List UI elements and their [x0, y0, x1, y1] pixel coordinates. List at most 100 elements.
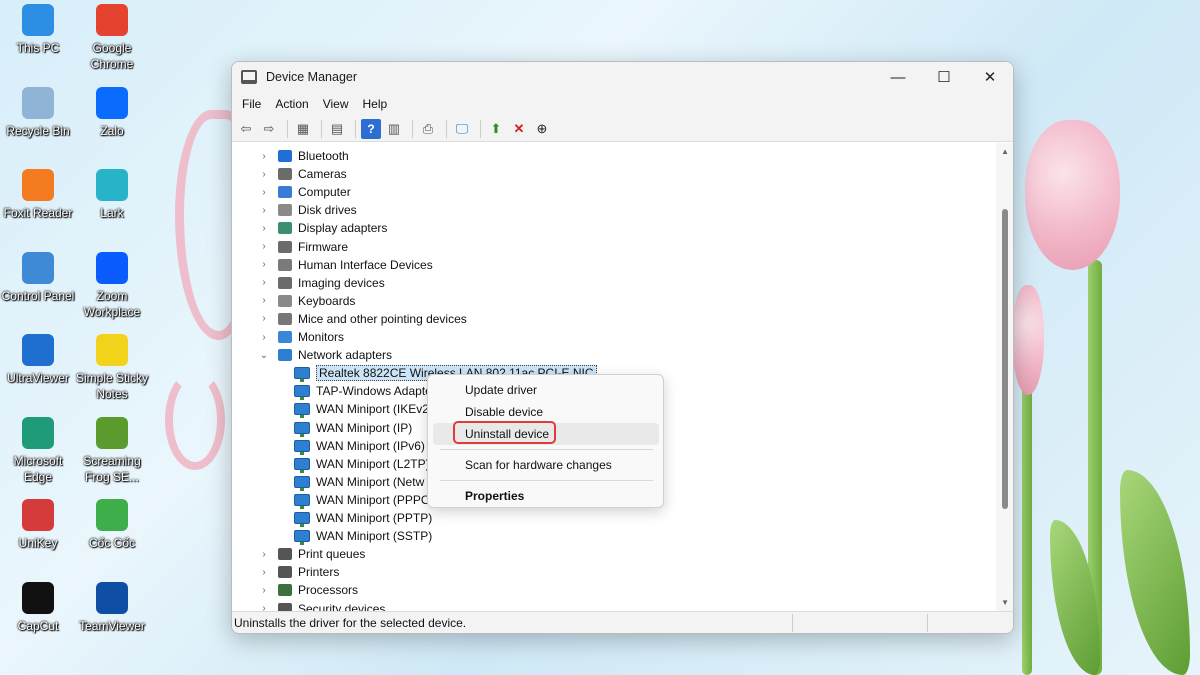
tree-category[interactable]: › Human Interface Devices	[258, 256, 432, 274]
desktop-shortcut[interactable]: Control Panel	[0, 251, 78, 304]
toolbar-divider	[287, 119, 288, 138]
chevron-right-icon[interactable]: ›	[258, 205, 270, 216]
desktop-shortcut-label: Control Panel	[1, 288, 75, 303]
foxit-icon	[22, 169, 54, 201]
chevron-right-icon[interactable]: ›	[258, 169, 270, 180]
network-adapter-item[interactable]: WAN Miniport (PPPOE	[294, 491, 438, 509]
close-button[interactable]: ✕	[967, 62, 1013, 92]
desktop-shortcut[interactable]: Microsoft Edge	[0, 416, 78, 485]
network-adapter-item[interactable]: WAN Miniport (PPTP)	[294, 509, 432, 527]
maximize-button[interactable]: ☐	[921, 62, 967, 92]
forward-icon[interactable]: ⇨	[259, 119, 279, 139]
desktop-shortcut[interactable]: Zalo	[72, 86, 152, 139]
scroll-thumb[interactable]	[1002, 209, 1008, 509]
tree-category[interactable]: ⌄ Network adapters	[258, 346, 392, 364]
view-icon[interactable]: ▥	[384, 119, 404, 139]
properties-item[interactable]: Properties	[433, 485, 659, 507]
scroll-down-icon[interactable]: ▼	[1001, 598, 1009, 607]
menu-action[interactable]: Action	[268, 97, 315, 111]
desktop-shortcut[interactable]: Recycle Bin	[0, 86, 78, 139]
device-manager-icon	[241, 70, 257, 84]
vertical-scrollbar[interactable]: ▲ ▼	[996, 143, 1013, 611]
uninstall-device-icon[interactable]: ✕	[509, 119, 529, 139]
tree-category[interactable]: › Security devices	[258, 600, 385, 611]
network-adapter-item[interactable]: WAN Miniport (IKEv2	[294, 400, 429, 419]
network-adapter-item[interactable]: TAP-Windows Adapter	[294, 382, 436, 401]
tulip-flower	[1025, 120, 1120, 270]
minimize-button[interactable]: —	[875, 62, 921, 92]
show-hide-console-tree-icon[interactable]: ▦	[293, 119, 313, 139]
chevron-right-icon[interactable]: ›	[258, 241, 270, 252]
tree-category[interactable]: › Printers	[258, 563, 339, 581]
network-adapter-label: WAN Miniport (PPTP)	[316, 511, 433, 525]
highlight-annotation	[453, 421, 556, 444]
desktop-shortcut[interactable]: Simple Sticky Notes	[72, 334, 152, 402]
desktop-shortcut[interactable]: Cốc Cốc	[72, 499, 152, 551]
network-adapter-item[interactable]: WAN Miniport (L2TP)	[294, 455, 430, 473]
chevron-right-icon[interactable]: ›	[258, 277, 270, 288]
tree-category[interactable]: › Firmware	[258, 238, 348, 256]
tree-category[interactable]: › Imaging devices	[258, 274, 384, 292]
network-adapter-icon	[294, 512, 310, 527]
tree-category[interactable]: › Computer	[258, 183, 350, 201]
tree-category[interactable]: › Monitors	[258, 328, 344, 346]
chevron-right-icon[interactable]: ›	[258, 313, 270, 324]
menu-help[interactable]: Help	[356, 97, 395, 111]
desktop-shortcut[interactable]: This PC	[0, 4, 78, 56]
network-adapter-item[interactable]: WAN Miniport (IP)	[294, 419, 412, 437]
disable-device-item[interactable]: Disable device	[433, 401, 659, 423]
tree-category[interactable]: › Keyboards	[258, 292, 355, 310]
menu-view[interactable]: View	[316, 97, 356, 111]
desktop-shortcut[interactable]: CapCut	[0, 581, 78, 634]
enable-device-icon[interactable]: ⬆	[486, 119, 506, 139]
rollback-driver-icon[interactable]: ⊕	[532, 119, 552, 139]
network-adapter-icon	[294, 403, 310, 419]
desktop-shortcut[interactable]: UltraViewer	[0, 334, 78, 386]
desktop-shortcut[interactable]: TeamViewer	[72, 581, 152, 634]
chevron-right-icon[interactable]: ›	[258, 332, 270, 343]
tree-category[interactable]: › Cameras	[258, 165, 346, 183]
network-adapter-icon	[294, 385, 310, 401]
desktop-shortcut[interactable]: Lark	[72, 169, 152, 221]
network-adapter-item[interactable]: WAN Miniport (IPv6)	[294, 437, 425, 455]
menu-file[interactable]: File	[235, 97, 268, 111]
desktop-shortcut[interactable]: Foxit Reader	[0, 169, 78, 221]
chevron-down-icon[interactable]: ⌄	[258, 350, 270, 361]
chevron-right-icon[interactable]: ›	[258, 549, 270, 560]
chevron-right-icon[interactable]: ›	[258, 223, 270, 234]
update-driver-item[interactable]: Update driver	[433, 379, 659, 401]
chevron-right-icon[interactable]: ›	[258, 603, 270, 611]
desktop-shortcut[interactable]: Screaming Frog SE...	[72, 416, 152, 485]
toolbar-divider	[480, 119, 481, 138]
network-adapter-item[interactable]: WAN Miniport (Netw	[294, 473, 424, 491]
network-adapter-item[interactable]: WAN Miniport (SSTP)	[294, 527, 432, 546]
tree-category[interactable]: › Disk drives	[258, 201, 356, 219]
back-icon[interactable]: ⇦	[236, 119, 256, 139]
desktop-shortcut-label: Google Chrome	[90, 41, 134, 71]
scan-hardware-item[interactable]: Scan for hardware changes	[433, 454, 659, 476]
lark-icon	[96, 169, 128, 201]
tree-category[interactable]: › Mice and other pointing devices	[258, 310, 466, 328]
help-icon[interactable]: ?	[361, 118, 381, 139]
chevron-right-icon[interactable]: ›	[258, 585, 270, 596]
network-adapter-icon	[294, 475, 310, 491]
scroll-up-icon[interactable]: ▲	[1001, 147, 1009, 156]
device-category-icon	[278, 584, 292, 597]
desktop-shortcut[interactable]: Google Chrome	[72, 4, 152, 72]
chevron-right-icon[interactable]: ›	[258, 295, 270, 306]
chevron-right-icon[interactable]: ›	[258, 151, 270, 162]
tree-category[interactable]: › Bluetooth	[258, 147, 348, 165]
scan-hardware-icon[interactable]: 🖵	[452, 119, 472, 139]
chevron-right-icon[interactable]: ›	[258, 567, 270, 578]
device-category-icon	[278, 602, 292, 611]
zoom-icon	[96, 251, 128, 284]
tree-category[interactable]: › Display adapters	[258, 219, 387, 237]
tree-category[interactable]: › Print queues	[258, 545, 365, 563]
tree-category[interactable]: › Processors	[258, 581, 358, 599]
desktop-shortcut[interactable]: Zoom Workplace	[72, 251, 152, 320]
chevron-right-icon[interactable]: ›	[258, 259, 270, 270]
update-driver-icon[interactable]: ⎙	[418, 119, 438, 139]
desktop-shortcut[interactable]: UniKey	[0, 499, 78, 551]
properties-icon[interactable]: ▤	[327, 119, 347, 139]
chevron-right-icon[interactable]: ›	[258, 187, 270, 198]
